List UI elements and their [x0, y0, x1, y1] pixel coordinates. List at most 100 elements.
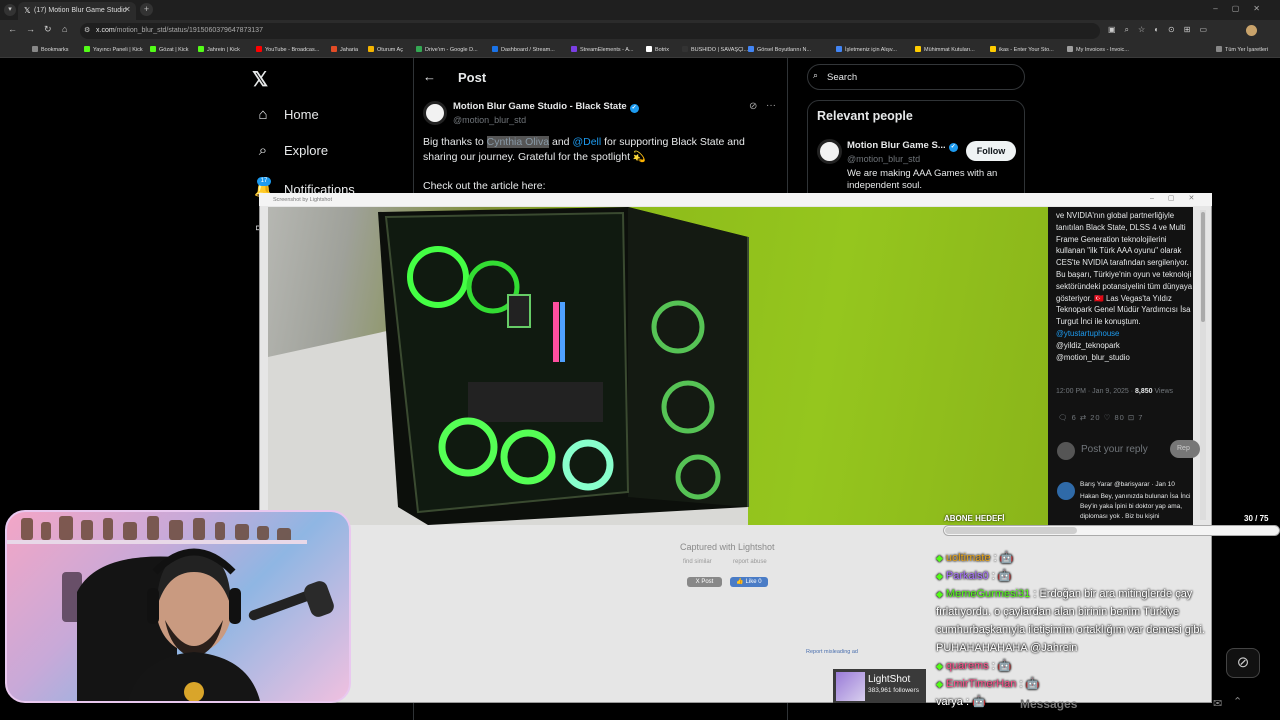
bookmark-label: Botrix: [655, 47, 670, 53]
chat-username[interactable]: varya: [936, 696, 963, 708]
chat-badge-icon: ◆: [936, 661, 943, 671]
follow-button[interactable]: Follow: [966, 141, 1016, 161]
page-title: Post: [458, 70, 487, 85]
chat-username[interactable]: quarems: [946, 660, 989, 672]
bookmark-favicon-icon: [150, 46, 156, 52]
bookmark-item[interactable]: İşletmeniz için Alışv...: [836, 46, 897, 53]
lightshot-scroll-thumb[interactable]: [1201, 212, 1205, 322]
bookmark-favicon-icon: [1216, 46, 1222, 52]
dell-mention-link[interactable]: @Dell: [572, 136, 601, 148]
chat-message: ◆ MemeGurmesi31 : Erdoğan bir ara mitingl…: [936, 585, 1226, 657]
search-input[interactable]: Search: [807, 64, 1025, 90]
bookmark-label: Drive'ım - Google D...: [425, 47, 478, 53]
chat-badge-icon: ◆: [936, 589, 943, 599]
author-avatar[interactable]: [423, 101, 447, 125]
find-similar-link[interactable]: find similar: [683, 559, 712, 565]
bookmark-favicon-icon: [198, 46, 204, 52]
screenshot-tweet-views: 8,850: [1135, 388, 1153, 395]
browser-tab-active[interactable]: (17) Motion Blur Game Studio: [18, 2, 136, 20]
grok-icon[interactable]: ⊘: [749, 101, 757, 112]
post-text-thanks: Big thanks to: [423, 136, 484, 148]
x-logo-icon[interactable]: 𝕏: [252, 67, 268, 92]
bookmark-item[interactable]: Drive'ım - Google D...: [416, 46, 478, 53]
search-icon: ⌕: [813, 70, 819, 80]
bookmark-item[interactable]: Dashboard / Stream...: [492, 46, 555, 53]
expand-up-icon[interactable]: ⌃: [1233, 695, 1242, 708]
lightshot-titlebar: Screenshot by Lightshot: [259, 193, 1212, 206]
bookmark-item[interactable]: Gözat | Kick: [150, 46, 189, 53]
post-author-name[interactable]: Motion Blur Game Studio - Black State ✓: [453, 101, 639, 113]
relevant-avatar[interactable]: [817, 139, 842, 164]
more-icon[interactable]: ···: [766, 100, 776, 111]
chat-username[interactable]: EmirTimerHan: [946, 678, 1017, 690]
nav-explore[interactable]: ⌕ Explore: [254, 142, 328, 159]
sub-goal-fill: [945, 527, 1077, 534]
lightshot-window-controls[interactable]: –▢✕: [1150, 194, 1208, 202]
verified-icon: ✓: [629, 104, 639, 113]
bookmark-item[interactable]: Jaharia: [331, 46, 358, 53]
bookmark-favicon-icon: [492, 46, 498, 52]
new-tab-icon[interactable]: +: [140, 3, 153, 16]
home-icon[interactable]: ⌂: [62, 24, 67, 34]
screenshot-comment-text: Hakan Bey, yanınızda bulunan İsa İnci Be…: [1080, 493, 1191, 520]
window-controls[interactable]: –▢✕: [1213, 4, 1274, 13]
bookmark-item[interactable]: BUSHIDO | SAVAŞÇI...: [682, 46, 748, 53]
bookmark-item[interactable]: Bookmarks: [32, 46, 69, 53]
chat-text: : 🤖: [988, 570, 1012, 582]
bookmark-favicon-icon: [915, 46, 921, 52]
share-post-button[interactable]: X Post: [687, 577, 722, 587]
back-arrow-icon[interactable]: ←: [423, 69, 436, 84]
post-text-and: and: [552, 136, 570, 148]
bookmark-item[interactable]: Tüm Yer İşaretleri: [1216, 46, 1268, 53]
chat-message: ◆ uoltimate : 🤖: [936, 549, 1226, 567]
captured-with-lightshot: Captured with Lightshot: [680, 542, 775, 552]
new-message-icon[interactable]: ✉: [1213, 697, 1222, 710]
sub-goal-count: 30 / 75: [1244, 514, 1269, 523]
webcam-scene: [7, 516, 334, 701]
bookmark-item[interactable]: StreamElements - A...: [571, 46, 634, 53]
bookmark-item[interactable]: Oturum Aç: [368, 46, 403, 53]
forward-icon[interactable]: →: [26, 24, 35, 34]
tab-close-icon[interactable]: ✕: [124, 5, 131, 14]
back-icon[interactable]: ←: [8, 24, 17, 34]
tab-search-icon[interactable]: ▾: [4, 4, 16, 16]
toolbar-icons[interactable]: ▣⌕☆◐⊙⊞▭: [1108, 25, 1216, 35]
bookmark-item[interactable]: Görsel Boyutlarını N...: [748, 46, 811, 53]
relevant-person-handle[interactable]: @motion_blur_std: [847, 154, 920, 164]
bookmark-favicon-icon: [646, 46, 652, 52]
bookmark-label: Gözat | Kick: [159, 47, 189, 53]
nav-home[interactable]: ⌂ Home: [254, 106, 318, 123]
verified-icon: ✓: [948, 143, 958, 152]
bookmark-label: Dashboard / Stream...: [501, 47, 555, 53]
bookmark-favicon-icon: [571, 46, 577, 52]
profile-avatar[interactable]: [1246, 25, 1257, 36]
bookmark-item[interactable]: YouTube - Broadcas...: [256, 46, 319, 53]
url-bar[interactable]: x.com/motion_blur_std/status/19150603796…: [80, 23, 1100, 39]
bookmark-label: BUSHIDO | SAVAŞÇI...: [691, 47, 749, 53]
bookmark-item[interactable]: My Invoices - Invoic...: [1067, 46, 1129, 53]
bookmark-item[interactable]: Botrix: [646, 46, 669, 53]
bookmark-item[interactable]: ikas - Enter Your Sto...: [990, 46, 1054, 53]
messages-drawer-label[interactable]: Messages: [1020, 697, 1077, 711]
screenshot-photo-pc-case: [268, 207, 1048, 525]
webcam-feed: [5, 510, 351, 703]
facebook-like-button[interactable]: 👍 Like 0: [730, 577, 768, 587]
post-author-handle[interactable]: @motion_blur_std: [453, 115, 526, 125]
chat-username[interactable]: Parkals0: [946, 570, 989, 582]
bookmark-item[interactable]: Yayıncı Paneli | Kick: [84, 46, 143, 53]
report-ad-link[interactable]: Report misleading ad: [806, 649, 858, 655]
report-abuse-link[interactable]: report abuse: [733, 559, 767, 565]
chat-username[interactable]: MemeGurmesi31: [946, 588, 1030, 600]
bookmark-label: Jahrein | Kick: [207, 47, 240, 53]
grok-float-icon[interactable]: ⊘: [1226, 648, 1260, 678]
bookmark-favicon-icon: [32, 46, 38, 52]
mention-motionblur: @motion_blur_studio: [1056, 352, 1130, 362]
reload-icon[interactable]: ↻: [44, 24, 52, 35]
relevant-people-title: Relevant people: [817, 109, 913, 123]
relevant-person-name[interactable]: Motion Blur Game S... ✓: [847, 140, 958, 152]
site-info-icon[interactable]: ⚙: [84, 26, 90, 34]
bookmark-item[interactable]: Mühimmat Kutuları...: [915, 46, 975, 53]
chat-username[interactable]: uoltimate: [946, 552, 991, 564]
bookmark-item[interactable]: Jahrein | Kick: [198, 46, 240, 53]
chat-text: : 🤖: [988, 660, 1012, 672]
